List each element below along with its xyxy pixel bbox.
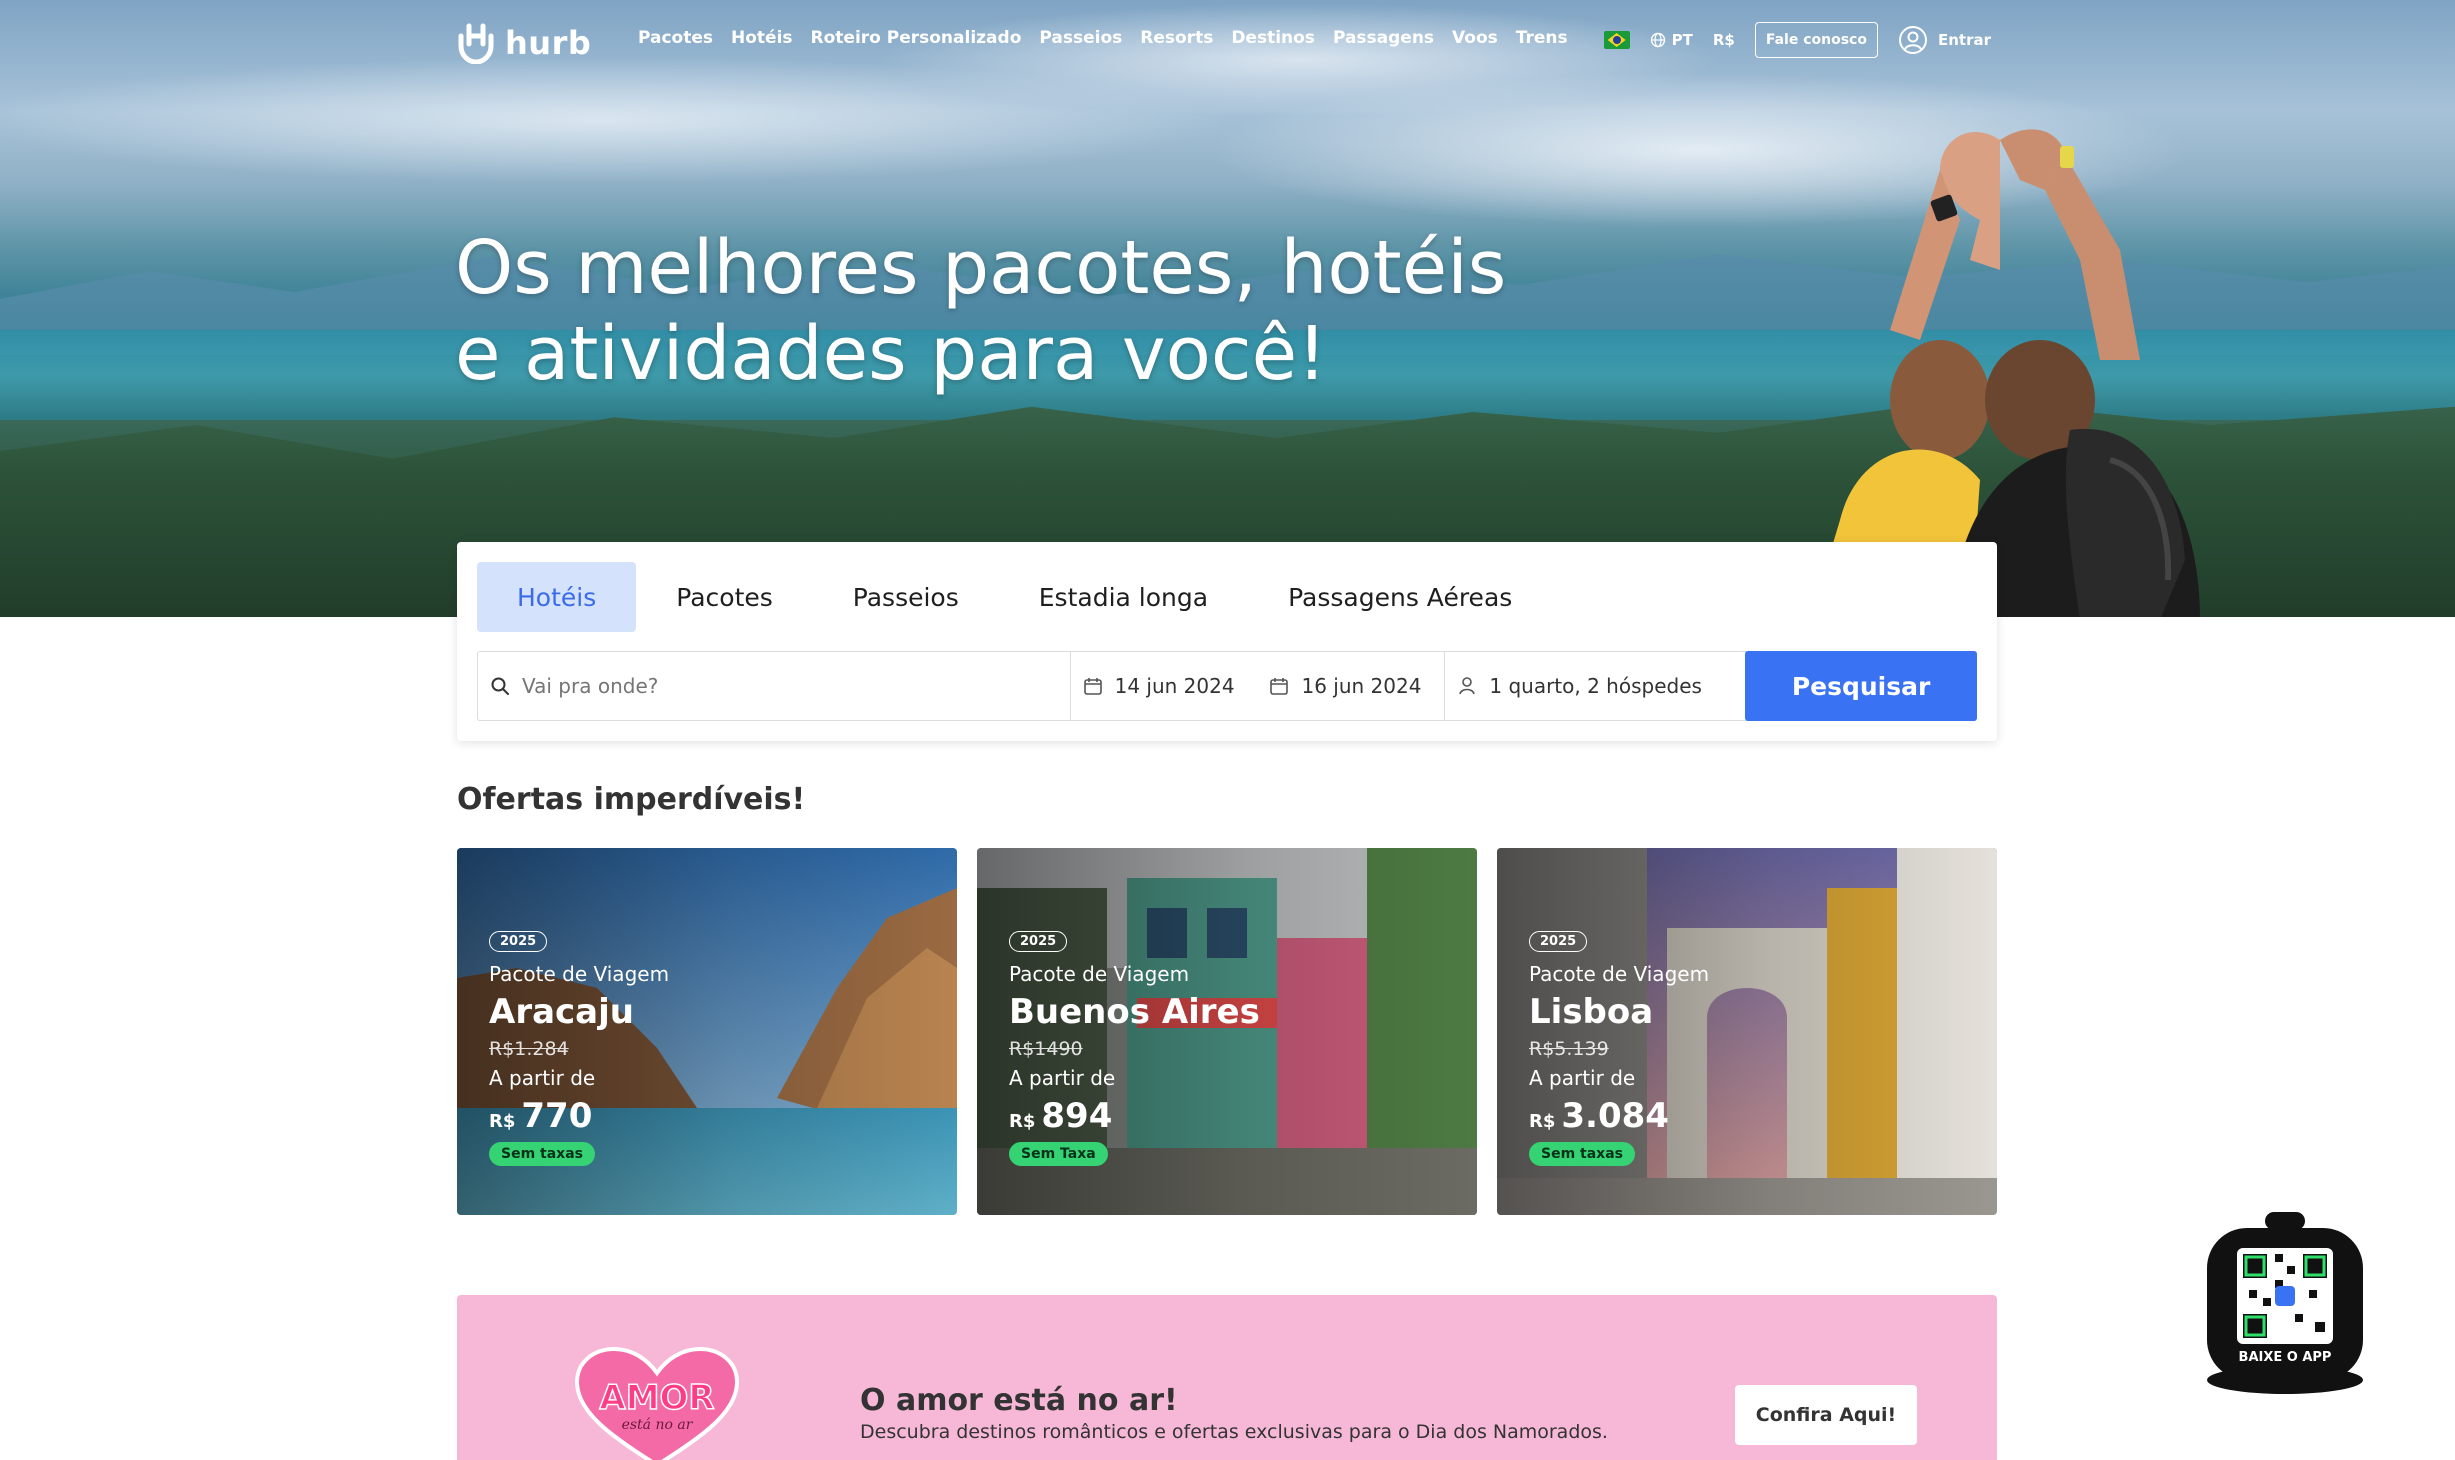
price-row: R$ 3.084: [1529, 1096, 1709, 1136]
hurb-logo-icon: [458, 23, 494, 64]
card-content: 2025 Pacote de Viagem Buenos Aires R$149…: [1009, 930, 1260, 1166]
offer-price: 770: [521, 1096, 593, 1136]
search-icon: [491, 677, 509, 695]
language-selector[interactable]: PT: [1650, 31, 1693, 49]
menu-item-resorts[interactable]: Resorts: [1140, 28, 1213, 48]
offer-price: 3.084: [1561, 1096, 1669, 1136]
price-row: R$ 894: [1009, 1096, 1260, 1136]
year-badge: 2025: [1529, 931, 1588, 952]
calendar-icon: [1270, 678, 1289, 695]
tab-estadia-longa[interactable]: Estadia longa: [999, 562, 1248, 632]
checkin-field[interactable]: 14 jun 2024: [1071, 652, 1258, 720]
offer-card-lisboa[interactable]: 2025 Pacote de Viagem Lisboa R$5.139 A p…: [1497, 848, 1997, 1215]
brand-name: hurb: [505, 24, 592, 62]
price-row: R$ 770: [489, 1096, 669, 1136]
offer-price: 894: [1041, 1096, 1113, 1136]
menu-item-passeios[interactable]: Passeios: [1039, 28, 1122, 48]
tab-pacotes[interactable]: Pacotes: [636, 562, 813, 632]
old-price: R$1.284: [489, 1038, 569, 1060]
love-badge-subtext: está no ar: [622, 1417, 694, 1433]
valentines-promo-banner: AMOR está no ar O amor está no ar! Descu…: [457, 1295, 1997, 1460]
login-link[interactable]: Entrar: [1898, 25, 1991, 55]
hurb-logo[interactable]: hurb: [455, 22, 591, 64]
destination-field[interactable]: [478, 652, 1071, 720]
offers-title: Ofertas imperdíveis!: [457, 782, 806, 817]
person-icon: [1459, 677, 1476, 695]
menu-item-voos[interactable]: Voos: [1452, 28, 1498, 48]
tab-hoteis[interactable]: Hotéis: [477, 562, 637, 632]
main-menu: Pacotes Hotéis Roteiro Personalizado Pas…: [638, 28, 1568, 48]
top-navigation: hurb Pacotes Hotéis Roteiro Personalizad…: [0, 0, 2455, 86]
offer-card-aracaju[interactable]: 2025 Pacote de Viagem Aracaju R$1.284 A …: [457, 848, 957, 1215]
price-currency: R$: [1009, 1111, 1036, 1132]
search-panel: Hotéis Pacotes Passeios Estadia longa Pa…: [457, 542, 1997, 741]
from-label: A partir de: [1529, 1066, 1636, 1090]
offer-city: Aracaju: [489, 992, 634, 1032]
language-label: PT: [1671, 31, 1693, 49]
headline-line-1: Os melhores pacotes, hotéis: [455, 225, 1507, 311]
card-content: 2025 Pacote de Viagem Lisboa R$5.139 A p…: [1529, 930, 1709, 1166]
offer-kind: Pacote de Viagem: [1009, 962, 1190, 986]
from-label: A partir de: [489, 1066, 596, 1090]
guests-value: 1 quarto, 2 hóspedes: [1489, 674, 1702, 698]
tab-passagens-aereas[interactable]: Passagens Aéreas: [1248, 562, 1552, 632]
destination-input[interactable]: [522, 674, 1058, 698]
nav-actions: PT R$ Fale conosco Entrar: [1603, 22, 1991, 58]
offer-city: Lisboa: [1529, 992, 1654, 1032]
tax-badge: Sem Taxa: [1009, 1142, 1108, 1166]
card-content: 2025 Pacote de Viagem Aracaju R$1.284 A …: [489, 930, 669, 1166]
search-tabs: Hotéis Pacotes Passeios Estadia longa Pa…: [477, 562, 1552, 632]
old-price: R$1490: [1009, 1038, 1083, 1060]
checkout-date: 16 jun 2024: [1301, 674, 1422, 698]
promo-title: O amor está no ar!: [860, 1383, 1178, 1418]
tax-badge: Sem taxas: [489, 1142, 595, 1166]
globe-icon: [1650, 32, 1665, 48]
download-app-label: BAIXE O APP: [2238, 1350, 2332, 1365]
calendar-icon: [1083, 678, 1102, 695]
login-label: Entrar: [1937, 31, 1991, 49]
offer-card-buenos-aires[interactable]: 2025 Pacote de Viagem Buenos Aires R$149…: [977, 848, 1477, 1215]
menu-item-roteiro[interactable]: Roteiro Personalizado: [811, 28, 1022, 48]
tab-passeios[interactable]: Passeios: [813, 562, 999, 632]
user-icon: [1898, 26, 1927, 54]
old-price: R$5.139: [1529, 1038, 1609, 1060]
menu-item-trens[interactable]: Trens: [1516, 28, 1568, 48]
guests-field[interactable]: 1 quarto, 2 hóspedes: [1445, 652, 1745, 720]
currency-selector[interactable]: R$: [1713, 31, 1735, 49]
offers-list: 2025 Pacote de Viagem Aracaju R$1.284 A …: [457, 848, 1997, 1215]
search-form: 14 jun 2024 16 jun 2024 1 quarto, 2 hósp…: [477, 651, 1977, 721]
menu-item-destinos[interactable]: Destinos: [1231, 28, 1315, 48]
contact-button[interactable]: Fale conosco: [1754, 22, 1878, 58]
search-button[interactable]: Pesquisar: [1745, 651, 1977, 721]
menu-item-hoteis[interactable]: Hotéis: [731, 28, 793, 48]
offer-city: Buenos Aires: [1009, 992, 1260, 1032]
love-heart-badge: AMOR está no ar: [574, 1347, 740, 1460]
menu-item-passagens[interactable]: Passagens: [1333, 28, 1434, 48]
download-app-widget[interactable]: BAIXE O APP: [2205, 1210, 2365, 1395]
hero-headline: Os melhores pacotes, hotéis e atividades…: [455, 225, 1506, 397]
offer-kind: Pacote de Viagem: [489, 962, 670, 986]
price-currency: R$: [1529, 1111, 1556, 1132]
checkin-date: 14 jun 2024: [1114, 674, 1235, 698]
offer-kind: Pacote de Viagem: [1529, 962, 1710, 986]
brazil-flag-icon[interactable]: [1603, 31, 1630, 49]
menu-item-pacotes[interactable]: Pacotes: [638, 28, 713, 48]
qr-code-icon: [2207, 1212, 2363, 1394]
price-currency: R$: [489, 1111, 516, 1132]
year-badge: 2025: [489, 931, 548, 952]
checkout-field[interactable]: 16 jun 2024: [1257, 652, 1446, 720]
promo-description: Descubra destinos românticos e ofertas e…: [860, 1421, 1608, 1443]
tax-badge: Sem taxas: [1529, 1142, 1635, 1166]
from-label: A partir de: [1009, 1066, 1116, 1090]
headline-line-2: e atividades para você!: [455, 311, 1327, 397]
love-badge-text: AMOR: [599, 1378, 714, 1418]
year-badge: 2025: [1009, 931, 1068, 952]
couple-illustration: [1810, 129, 2200, 617]
promo-cta-button[interactable]: Confira Aqui!: [1735, 1385, 1917, 1445]
